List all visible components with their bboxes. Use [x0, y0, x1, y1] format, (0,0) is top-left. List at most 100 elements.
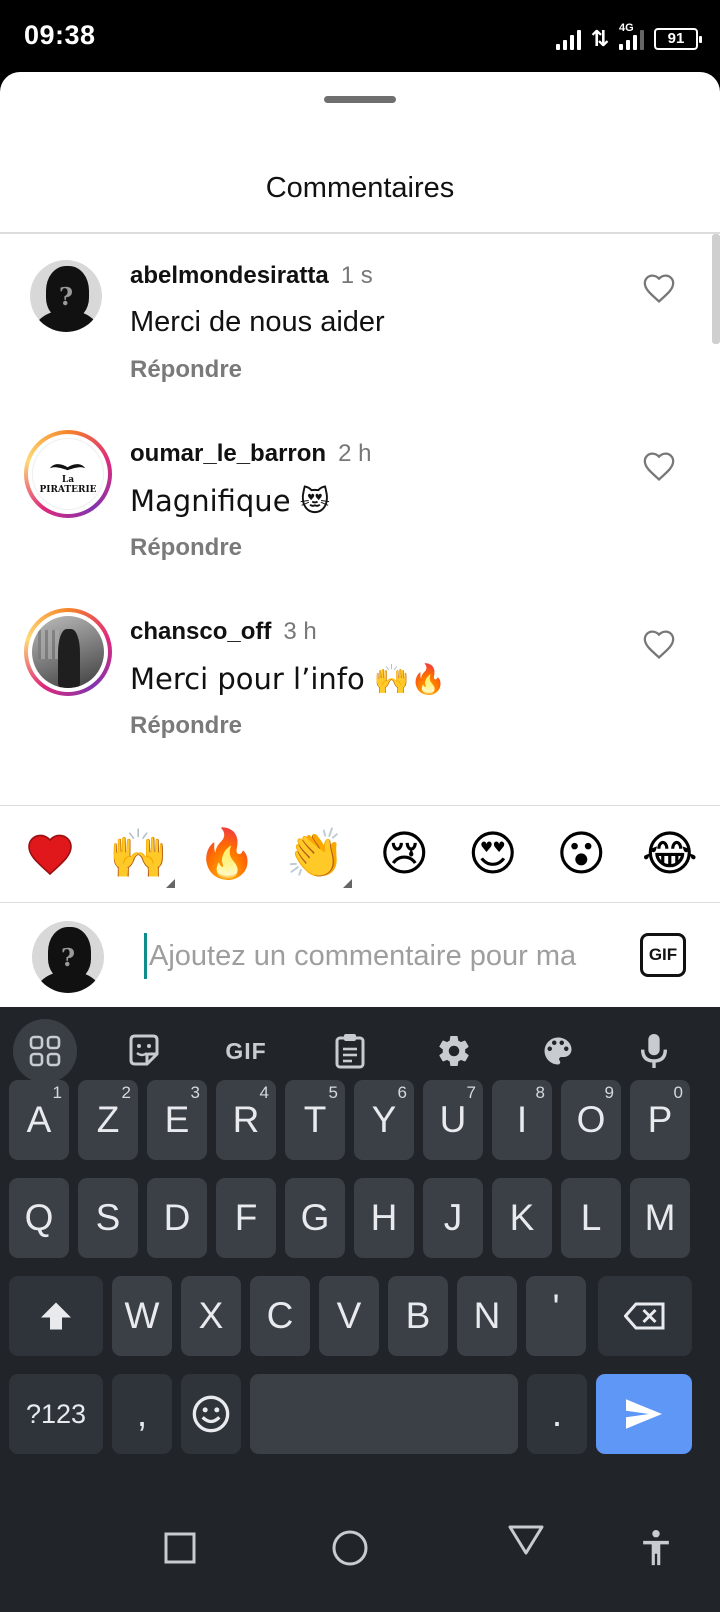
key-l[interactable]: L: [561, 1178, 621, 1258]
key-hint: 6: [397, 1083, 407, 1102]
status-icons: ⇅ 4G 91: [555, 22, 702, 50]
key-i[interactable]: I8: [492, 1080, 552, 1160]
red-heart-icon: [28, 834, 73, 876]
key-label: U: [439, 1099, 467, 1140]
key-c[interactable]: C: [250, 1276, 310, 1356]
keyboard-gif-button[interactable]: GIF: [214, 1019, 278, 1083]
comment-text: Magnifique 😻: [130, 484, 330, 518]
key-x[interactable]: X: [181, 1276, 241, 1356]
recent-apps-button[interactable]: [156, 1524, 204, 1572]
comments-sheet: Commentaires ? abelmondesiratta 1 s Merci…: [0, 72, 720, 1007]
avatar[interactable]: ?: [30, 260, 102, 332]
key-q[interactable]: Q: [9, 1178, 69, 1258]
sheet-drag-handle[interactable]: [324, 96, 396, 103]
key-apostrophe[interactable]: ': [526, 1276, 586, 1356]
heart-eyes-emoji: 😍: [467, 826, 518, 882]
reaction-surprised[interactable]: 😮: [549, 822, 613, 886]
key-g[interactable]: G: [285, 1178, 345, 1258]
username-text[interactable]: chansco_off: [130, 618, 271, 645]
symbols-key[interactable]: ?123: [9, 1374, 103, 1454]
key-v[interactable]: V: [319, 1276, 379, 1356]
la-piraterie-logo-avatar: La PIRATERIE: [32, 438, 104, 510]
accessibility-button[interactable]: [632, 1524, 680, 1572]
shift-key[interactable]: [9, 1276, 103, 1356]
key-hint: 3: [190, 1083, 200, 1102]
key-f[interactable]: F: [216, 1178, 276, 1258]
emoji-key[interactable]: [181, 1374, 241, 1454]
heart-icon[interactable]: [642, 272, 676, 304]
reply-button[interactable]: Répondre: [130, 712, 242, 740]
key-r[interactable]: R4: [216, 1080, 276, 1160]
microphone-icon[interactable]: [622, 1019, 686, 1083]
username-text[interactable]: abelmondesiratta: [130, 262, 329, 289]
key-hint: 4: [259, 1083, 269, 1102]
clipboard-icon[interactable]: [318, 1019, 382, 1083]
home-button[interactable]: [326, 1524, 374, 1572]
silhouette-question-avatar: ?: [30, 260, 102, 332]
settings-gear-icon[interactable]: [422, 1019, 486, 1083]
key-label: T: [303, 1099, 327, 1140]
comment-input[interactable]: [144, 933, 610, 979]
key-label: I: [516, 1099, 528, 1140]
comment-username[interactable]: chansco_off 3 h: [130, 618, 317, 646]
comment-username[interactable]: oumar_le_barron 2 h: [130, 440, 371, 468]
key-p[interactable]: P0: [630, 1080, 690, 1160]
theme-palette-icon[interactable]: [526, 1019, 590, 1083]
system-navigation-bar: [0, 1488, 720, 1612]
period-key[interactable]: .: [527, 1374, 587, 1454]
heart-icon[interactable]: [642, 450, 676, 482]
key-k[interactable]: K: [492, 1178, 552, 1258]
key-j[interactable]: J: [423, 1178, 483, 1258]
key-y[interactable]: Y6: [354, 1080, 414, 1160]
apps-grid-icon[interactable]: [13, 1019, 77, 1083]
send-key[interactable]: [596, 1374, 692, 1454]
heart-icon[interactable]: [642, 628, 676, 660]
reaction-clapping[interactable]: 👏: [284, 822, 352, 888]
reaction-laughing[interactable]: 😂: [638, 822, 702, 886]
comment-username[interactable]: abelmondesiratta 1 s: [130, 262, 373, 290]
reaction-heart-eyes[interactable]: 😍: [461, 822, 525, 886]
key-m[interactable]: M: [630, 1178, 690, 1258]
network-label: 4G: [619, 22, 634, 34]
key-z[interactable]: Z2: [78, 1080, 138, 1160]
gif-button[interactable]: GIF: [640, 933, 686, 977]
key-label: P: [647, 1099, 673, 1140]
triangle-down-icon: [508, 1525, 544, 1555]
skin-tone-indicator: [342, 879, 352, 888]
key-h[interactable]: H: [354, 1178, 414, 1258]
key-b[interactable]: B: [388, 1276, 448, 1356]
accessibility-icon: [643, 1530, 669, 1566]
reply-button[interactable]: Répondre: [130, 534, 242, 562]
avatar-story-ring[interactable]: La PIRATERIE: [24, 430, 112, 518]
key-e[interactable]: E3: [147, 1080, 207, 1160]
avatar-story-ring[interactable]: [24, 608, 112, 696]
comment-item: ? abelmondesiratta 1 s Merci de nous aide…: [0, 234, 720, 404]
battery-icon: 91: [654, 28, 702, 50]
key-label: Y: [371, 1099, 397, 1140]
key-o[interactable]: O9: [561, 1080, 621, 1160]
key-w[interactable]: W: [112, 1276, 172, 1356]
key-hint: 2: [121, 1083, 131, 1102]
circle-icon: [332, 1530, 368, 1566]
key-n[interactable]: N: [457, 1276, 517, 1356]
reaction-raising-hands[interactable]: 🙌: [107, 822, 175, 888]
key-d[interactable]: D: [147, 1178, 207, 1258]
key-hint: 1: [52, 1083, 62, 1102]
key-s[interactable]: S: [78, 1178, 138, 1258]
sticker-icon[interactable]: [112, 1019, 176, 1083]
reaction-heart[interactable]: [18, 822, 82, 886]
space-bar[interactable]: [250, 1374, 518, 1454]
key-u[interactable]: U7: [423, 1080, 483, 1160]
logo-text: La PIRATERIE: [39, 475, 97, 496]
key-label: A: [26, 1099, 52, 1140]
reaction-crying[interactable]: 😢: [372, 822, 436, 886]
backspace-key[interactable]: [598, 1276, 692, 1356]
reply-button[interactable]: Répondre: [130, 356, 242, 384]
back-button[interactable]: [502, 1516, 550, 1564]
username-text[interactable]: oumar_le_barron: [130, 440, 326, 467]
key-hint: 8: [535, 1083, 545, 1102]
key-a[interactable]: A1: [9, 1080, 69, 1160]
comma-key[interactable]: ,: [112, 1374, 172, 1454]
key-t[interactable]: T5: [285, 1080, 345, 1160]
reaction-fire[interactable]: 🔥: [195, 822, 259, 886]
